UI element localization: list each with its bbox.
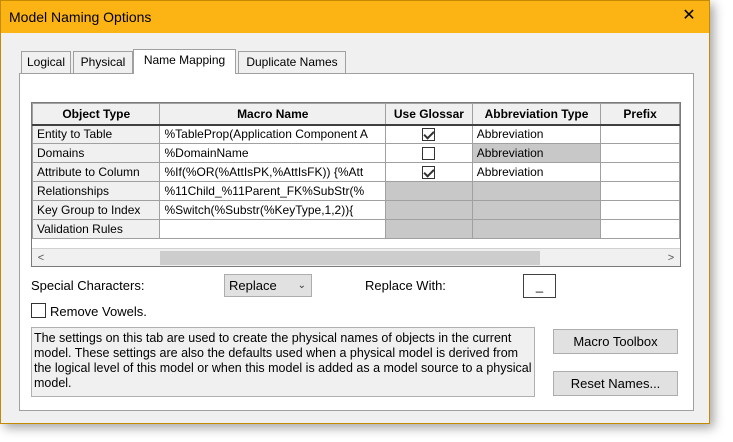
prefix-cell[interactable] xyxy=(600,181,680,201)
arrow-right-icon[interactable]: > xyxy=(662,249,680,266)
abbreviation-type-cell[interactable]: Abbreviation xyxy=(471,143,602,163)
use-glossary-cell xyxy=(385,181,473,201)
use-glossary-cell[interactable] xyxy=(385,143,473,163)
object-type-cell: Relationships xyxy=(32,181,161,201)
table-row[interactable]: Domains %DomainName Abbreviation xyxy=(32,143,680,163)
title-bar: Model Naming Options ✕ xyxy=(1,1,709,33)
tab-physical[interactable]: Physical xyxy=(73,51,133,73)
object-type-cell: Domains xyxy=(32,143,161,163)
name-mapping-panel: Object Type Macro Name Use Glossar Abbre… xyxy=(19,73,694,411)
special-characters-value: Replace xyxy=(229,278,277,293)
use-glossary-cell xyxy=(385,219,473,239)
grid-header-row: Object Type Macro Name Use Glossar Abbre… xyxy=(32,103,680,126)
abbreviation-type-cell[interactable]: Abbreviation xyxy=(471,124,602,144)
prefix-cell[interactable] xyxy=(600,219,680,239)
replace-with-input[interactable]: _ xyxy=(523,274,556,298)
chevron-down-icon: ⌄ xyxy=(297,280,306,291)
header-prefix: Prefix xyxy=(600,103,680,126)
use-glossary-checkbox[interactable] xyxy=(422,166,436,180)
prefix-cell[interactable] xyxy=(600,143,680,163)
remove-vowels-label: Remove Vowels. xyxy=(50,304,147,319)
prefix-cell[interactable] xyxy=(600,162,680,182)
abbreviation-type-cell[interactable] xyxy=(471,181,602,201)
arrow-left-icon[interactable]: < xyxy=(32,249,50,266)
object-type-cell: Attribute to Column xyxy=(32,162,161,182)
table-row[interactable]: Entity to Table %TableProp(Application Co… xyxy=(32,124,680,144)
prefix-cell[interactable] xyxy=(600,124,680,144)
header-macro-name: Macro Name xyxy=(159,103,387,126)
description-text: The settings on this tab are used to cre… xyxy=(31,327,535,397)
header-object-type: Object Type xyxy=(32,103,161,126)
special-characters-label: Special Characters: xyxy=(31,278,145,293)
close-icon[interactable]: ✕ xyxy=(679,6,699,26)
tab-name-mapping[interactable]: Name Mapping xyxy=(133,49,236,74)
table-row[interactable]: Attribute to Column %If(%OR(%AttIsPK,%Att… xyxy=(32,162,680,182)
table-row[interactable]: Key Group to Index %Switch(%Substr(%KeyTy… xyxy=(32,200,680,220)
header-abbreviation-type: Abbreviation Type xyxy=(471,103,602,126)
macro-toolbox-button[interactable]: Macro Toolbox xyxy=(553,329,678,354)
reset-names-button[interactable]: Reset Names... xyxy=(553,371,678,396)
naming-grid: Object Type Macro Name Use Glossar Abbre… xyxy=(31,102,681,267)
use-glossary-cell[interactable] xyxy=(385,162,473,182)
window-title: Model Naming Options xyxy=(9,9,152,25)
tab-duplicate-names[interactable]: Duplicate Names xyxy=(238,51,346,73)
header-use-glossary: Use Glossar xyxy=(385,103,473,126)
use-glossary-cell[interactable] xyxy=(385,124,473,144)
replace-with-label: Replace With: xyxy=(365,278,446,293)
use-glossary-checkbox[interactable] xyxy=(422,147,436,161)
abbreviation-type-cell[interactable] xyxy=(471,219,602,239)
scrollbar-thumb[interactable] xyxy=(160,251,540,265)
table-row[interactable]: Validation Rules xyxy=(32,219,680,239)
naming-table: Object Type Macro Name Use Glossar Abbre… xyxy=(32,103,680,239)
model-naming-options-dialog: Model Naming Options ✕ Logical Physical … xyxy=(0,0,710,424)
abbreviation-type-cell[interactable] xyxy=(471,200,602,220)
remove-vowels-checkbox[interactable] xyxy=(31,303,46,318)
tab-logical[interactable]: Logical xyxy=(21,51,71,73)
horizontal-scrollbar[interactable]: < > xyxy=(32,248,680,266)
table-row[interactable]: Relationships %11Child_%11Parent_FK%SubSt… xyxy=(32,181,680,201)
use-glossary-cell xyxy=(385,200,473,220)
use-glossary-checkbox[interactable] xyxy=(422,128,436,142)
macro-name-cell[interactable]: %Switch(%Substr(%KeyType,1,2)){ xyxy=(159,200,387,220)
macro-name-cell[interactable]: %DomainName xyxy=(159,143,387,163)
object-type-cell: Entity to Table xyxy=(32,124,161,144)
object-type-cell: Key Group to Index xyxy=(32,200,161,220)
special-characters-select[interactable]: Replace ⌄ xyxy=(224,274,312,297)
abbreviation-type-cell[interactable]: Abbreviation xyxy=(471,162,602,182)
macro-name-cell[interactable]: %11Child_%11Parent_FK%SubStr(% xyxy=(159,181,387,201)
prefix-cell[interactable] xyxy=(600,200,680,220)
macro-name-cell[interactable]: %If(%OR(%AttIsPK,%AttIsFK)) {%Att xyxy=(159,162,387,182)
macro-name-cell[interactable]: %TableProp(Application Component A xyxy=(159,124,387,144)
macro-name-cell[interactable] xyxy=(159,219,387,239)
object-type-cell: Validation Rules xyxy=(32,219,161,239)
